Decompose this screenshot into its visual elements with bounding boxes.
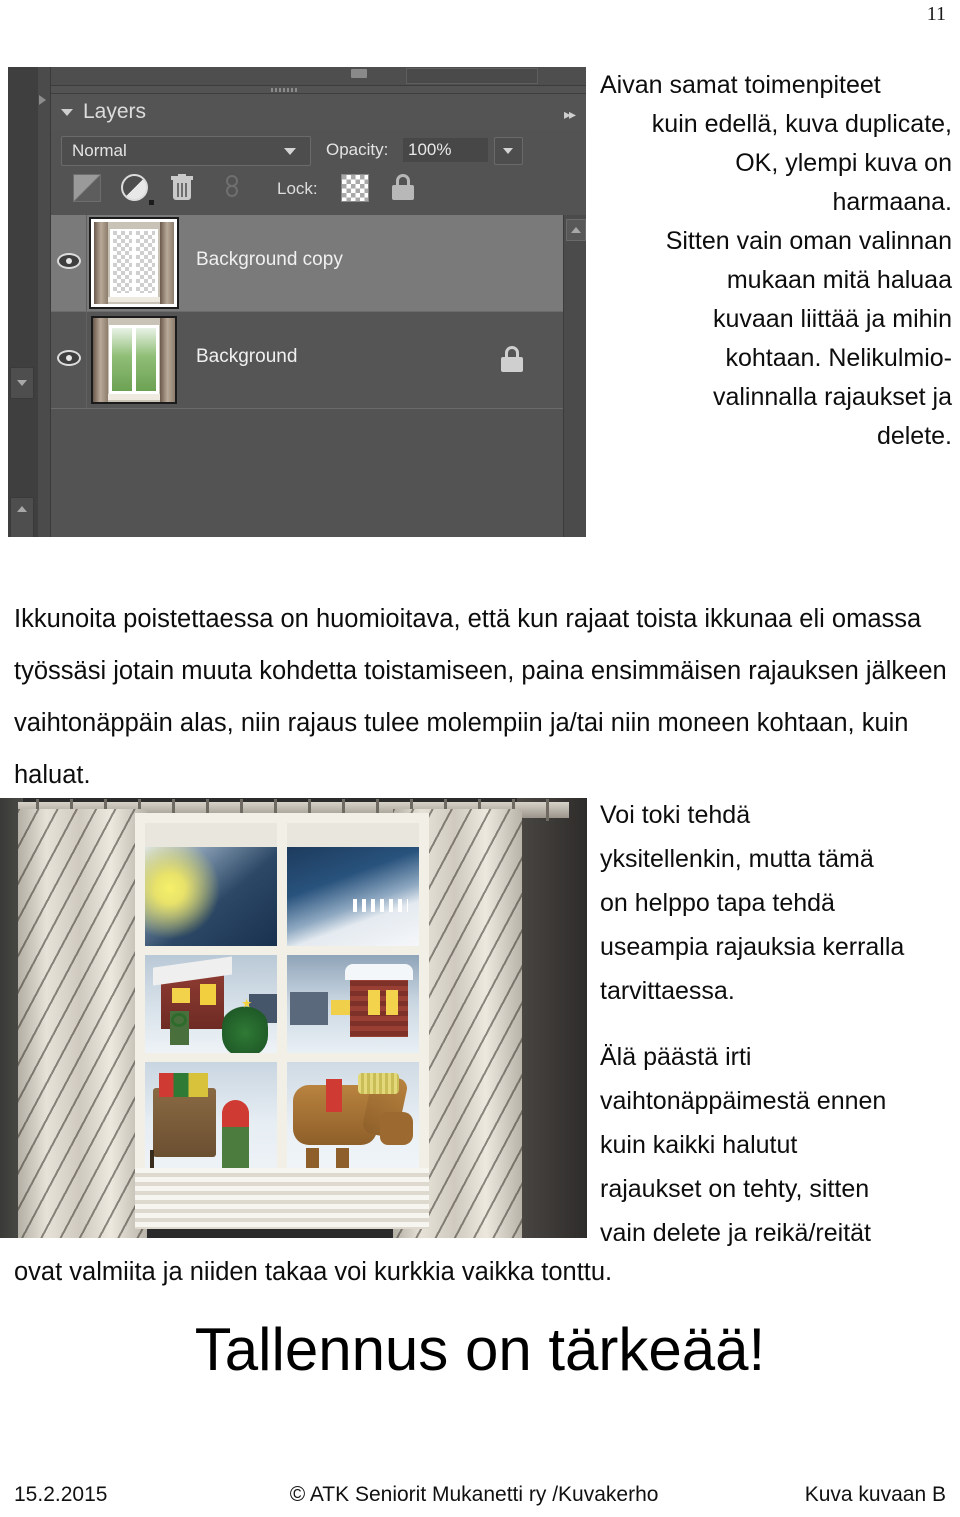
layers-panel-controls: Normal Opacity: 100% Lock: (51, 130, 586, 212)
page-number: 11 (926, 3, 946, 25)
text-line: delete. (876, 422, 952, 450)
page-title: Tallennus on tärkeää! (194, 1316, 766, 1383)
text-line: kuin edellä, kuva duplicate, (651, 110, 952, 138)
panel-drag-grip[interactable] (271, 88, 299, 92)
layer-thumbnail[interactable] (89, 217, 179, 309)
blend-mode-value: Normal (72, 141, 127, 160)
photoshop-dock-strip (8, 67, 38, 537)
lock-label: Lock: (277, 179, 318, 198)
text-line: yksitellenkin, mutta tämä (600, 845, 874, 873)
eye-icon[interactable] (57, 350, 81, 366)
text-line: kuin kaikki halutut (600, 1131, 798, 1159)
caption-line: ovat valmiita ja niiden takaa voi kurkki… (14, 1258, 613, 1286)
text-line: mukaan mitä haluaa (726, 266, 952, 294)
photoshop-dock-rail (38, 67, 51, 537)
text-line: Sitten vain oman valinnan (665, 227, 952, 255)
checkerboard-icon[interactable] (341, 174, 369, 202)
layers-icon-row: Lock: (51, 170, 586, 210)
layers-list: Background copy Background (51, 215, 586, 537)
text-line: kuvaan liittää ja mihin (712, 305, 952, 333)
eye-icon[interactable] (57, 253, 81, 269)
text-line: on helppo tapa tehdä (600, 889, 835, 917)
chevron-down-icon (284, 148, 296, 155)
text-line: valinnalla rajaukset ja (712, 383, 952, 411)
text-line: tarvittaessa. (600, 977, 735, 1005)
layer-visibility-cell[interactable] (51, 215, 87, 311)
text-line: Voi toki tehdä (600, 801, 751, 829)
chevron-double-right-icon[interactable]: ▸▸ (564, 106, 576, 123)
layer-row[interactable]: Background (51, 312, 586, 409)
dock-scroll-up-button[interactable] (10, 497, 34, 537)
text-line: Aivan samat toimenpiteet (600, 71, 881, 99)
link-layers-icon[interactable] (223, 174, 241, 200)
adjustment-layer-icon[interactable] (121, 174, 148, 201)
tip-text-block: Voi toki tehdä yksitellenkin, mutta tämä… (600, 793, 952, 1013)
layer-name: Background copy (196, 249, 343, 270)
blend-mode-select[interactable]: Normal (61, 136, 311, 166)
intro-text-block: Aivan samat toimenpiteet kuin edellä, ku… (600, 66, 952, 456)
gradient-mask-icon[interactable] (73, 174, 101, 202)
layer-visibility-cell[interactable] (51, 312, 87, 408)
layer-row[interactable]: Background copy (51, 215, 586, 312)
text-line: OK, ylempi kuva on (735, 149, 952, 177)
text-line: kohtaan. Nelikulmio- (725, 344, 953, 372)
opacity-stepper-button[interactable] (494, 137, 523, 165)
trash-icon[interactable] (171, 174, 193, 200)
footer-section: Kuva kuvaan B (804, 1483, 946, 1506)
footer-copyright: © ATK Seniorit Mukanetti ry /Kuvakerho (289, 1483, 659, 1506)
expand-dock-arrow-icon[interactable] (39, 95, 46, 105)
warning-text-block: Älä päästä irti vaihtonäppäimestä ennen … (600, 1035, 952, 1255)
top-strip-field (406, 68, 538, 84)
text-line: vaihtonäppäimestä ennen (600, 1087, 887, 1115)
main-paragraph: Ikkunoita poistettaessa on huomioitava, … (14, 605, 947, 789)
text-line: useampia rajauksia kerralla (600, 933, 905, 961)
triangle-down-icon[interactable] (61, 109, 73, 116)
text-line: vain delete ja reikä/reität (600, 1219, 871, 1247)
scroll-up-button[interactable] (566, 219, 586, 241)
layer-thumbnail[interactable] (91, 316, 177, 404)
lock-icon[interactable] (391, 174, 415, 200)
opacity-value: 100% (408, 140, 452, 159)
top-strip-icon (351, 69, 367, 78)
text-line: Älä päästä irti (600, 1043, 752, 1071)
text-line: harmaana. (832, 188, 952, 216)
panel-top-strip (51, 67, 586, 86)
opacity-label: Opacity: (326, 140, 389, 159)
layers-panel-title: Layers (83, 100, 147, 123)
layer-name: Background (196, 346, 298, 367)
footer: 15.2.2015 © ATK Seniorit Mukanetti ry /K… (14, 1483, 946, 1507)
layer-locked-icon (500, 346, 524, 372)
text-line: rajaukset on tehty, sitten (600, 1175, 870, 1203)
photoshop-layers-panel-screenshot: Layers ▸▸ Normal Opacity: 100% Lock: Bac… (8, 67, 586, 537)
photoshop-panel-body: Layers ▸▸ Normal Opacity: 100% Lock: Bac… (51, 67, 586, 537)
layers-panel-tabbar: Layers ▸▸ (51, 93, 586, 131)
dock-scroll-down-button[interactable] (10, 367, 34, 399)
adjustment-layer-dot-icon (149, 200, 154, 205)
layers-scrollbar[interactable] (563, 215, 586, 537)
winter-window-photo (0, 798, 587, 1238)
footer-date: 15.2.2015 (14, 1483, 108, 1506)
